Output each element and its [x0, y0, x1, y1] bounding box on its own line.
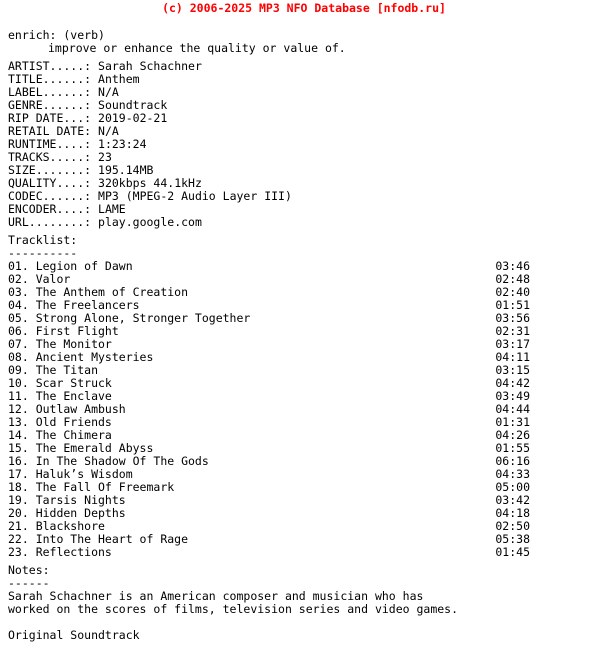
track-row: 01. Legion of Dawn 03:46 [8, 260, 530, 273]
tracklist-title: Tracklist: [8, 233, 78, 247]
metadata-value: Anthem [98, 72, 140, 86]
nfo-copyright-header: (c) 2006-2025 MP3 NFO Database [nfodb.ru… [162, 1, 446, 15]
metadata-label: URL........: [8, 215, 92, 229]
metadata-value: play.google.com [98, 215, 202, 229]
metadata-value: 195.14MB [98, 163, 154, 177]
metadata-label: ARTIST.....: [8, 59, 92, 73]
metadata-label: TITLE......: [8, 72, 92, 86]
metadata-label: GENRE......: [8, 98, 92, 112]
metadata-label: QUALITY....: [8, 176, 92, 190]
metadata-value: N/A [98, 124, 119, 138]
nfo-document: (c) 2006-2025 MP3 NFO Database [nfodb.ru… [0, 0, 608, 660]
metadata-value: 1:23:24 [98, 137, 147, 151]
notes-block: Notes: ------ Sarah Schachner is an Amer… [8, 559, 600, 642]
metadata-value: Soundtrack [98, 98, 168, 112]
track-duration: 01:45 [495, 545, 530, 559]
metadata-value: LAME [98, 202, 126, 216]
metadata-label: RIP DATE...: [8, 111, 92, 125]
metadata-value: N/A [98, 85, 119, 99]
metadata-label: RETAIL DATE: [8, 124, 92, 138]
metadata-value: 2019-02-21 [98, 111, 168, 125]
metadata-row: URL........: play.google.com [8, 216, 600, 229]
notes-line: worked on the scores of films, televisio… [8, 602, 459, 616]
definition-body: improve or enhance the quality or value … [48, 41, 346, 55]
notes-extra-line: Original Soundtrack [8, 628, 140, 642]
metadata-value: MP3 (MPEG-2 Audio Layer III) [98, 189, 292, 203]
metadata-label: RUNTIME....: [8, 137, 92, 151]
metadata-block: ARTIST.....: Sarah Schachner TITLE......… [8, 55, 600, 229]
metadata-value: Sarah Schachner [98, 59, 202, 73]
notes-title: Notes: [8, 563, 50, 577]
metadata-label: CODEC......: [8, 189, 92, 203]
tracklist-block: Tracklist: ---------- 01. Legion of Dawn… [8, 229, 600, 559]
metadata-label: TRACKS.....: [8, 150, 92, 164]
track-row: 23. Reflections 01:45 [8, 546, 530, 559]
metadata-label: LABEL......: [8, 85, 92, 99]
metadata-value: 23 [98, 150, 112, 164]
track-label: 23. Reflections [8, 545, 112, 559]
metadata-label: ENCODER....: [8, 202, 92, 216]
metadata-label: SIZE.......: [8, 163, 92, 177]
metadata-value: 320kbps 44.1kHz [98, 176, 202, 190]
